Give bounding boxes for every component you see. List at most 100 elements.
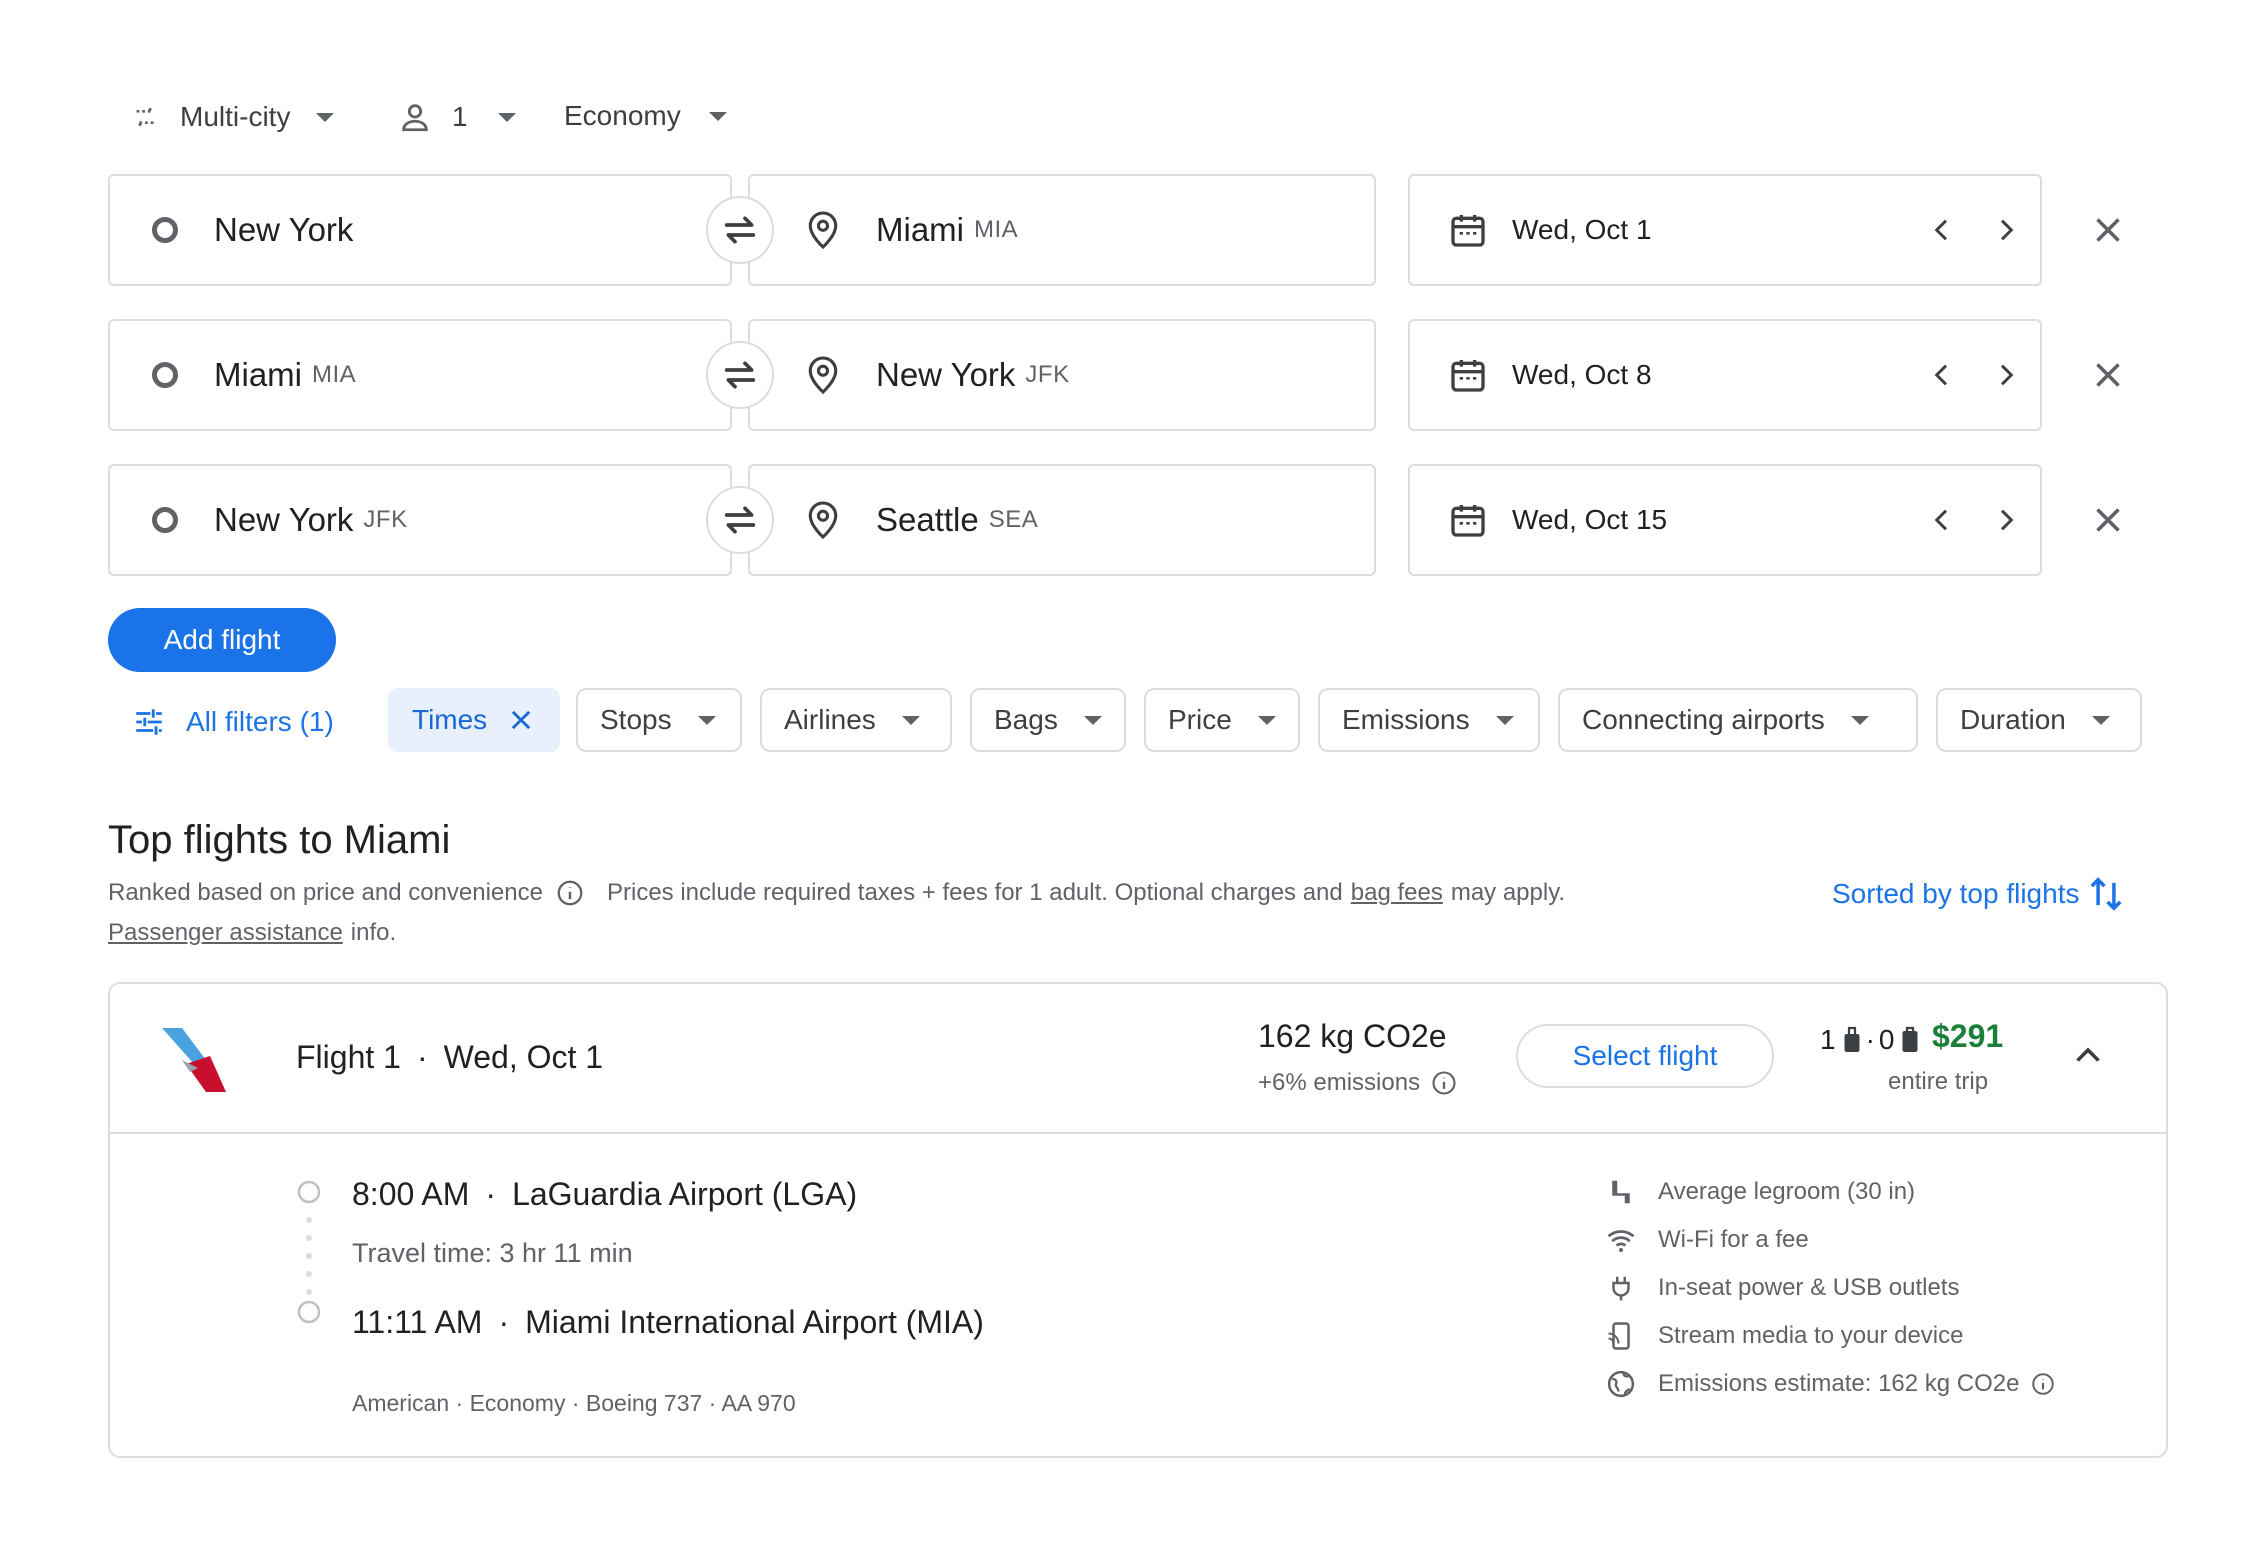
amenity-emissions: Emissions estimate: 162 kg CO2e bbox=[1606, 1364, 2056, 1404]
filter-chip-emissions[interactable]: Emissions bbox=[1318, 688, 1540, 752]
checked-bag-count: 0 bbox=[1878, 1024, 1895, 1055]
seat-icon bbox=[1612, 1180, 1630, 1204]
origin-circle-icon bbox=[152, 217, 178, 243]
travel-time: Travel time: 3 hr 11 min bbox=[352, 1238, 633, 1268]
filter-chip-duration[interactable]: Duration bbox=[1936, 688, 2142, 752]
flight-date: Wed, Oct 1 bbox=[443, 1038, 604, 1075]
filter-chip-label: Connecting airports bbox=[1582, 704, 1825, 735]
date-input-1[interactable]: Wed, Oct 1 bbox=[1408, 174, 2042, 286]
cabin-select[interactable]: Economy bbox=[564, 100, 727, 132]
passenger-assistance-link[interactable]: Passenger assistance bbox=[108, 919, 343, 947]
filter-chip-label: Emissions bbox=[1342, 704, 1470, 735]
amenity-label: Emissions estimate: 162 kg CO2e bbox=[1658, 1370, 2020, 1397]
flight-price: $291 bbox=[1932, 1018, 2004, 1054]
arrival-airport: Miami International Airport (MIA) bbox=[525, 1303, 984, 1340]
separator-dot: · bbox=[498, 1303, 510, 1340]
close-icon[interactable] bbox=[507, 706, 535, 734]
destination-city: New York bbox=[876, 356, 1016, 393]
passenger-assistance-after: info. bbox=[350, 919, 397, 946]
origin-city: Miami bbox=[214, 356, 302, 393]
passengers-count: 1 bbox=[452, 101, 468, 132]
swap-button-3[interactable] bbox=[706, 486, 774, 554]
carry-on-count: 1 bbox=[1820, 1024, 1836, 1055]
filter-chip-label: Times bbox=[412, 704, 488, 735]
origin-circle-icon bbox=[152, 362, 178, 388]
chevron-down-icon bbox=[1257, 715, 1276, 725]
filter-chip-times[interactable]: Times bbox=[388, 688, 560, 752]
origin-input-2[interactable]: Miami MIA bbox=[108, 319, 732, 431]
info-icon[interactable] bbox=[1430, 1069, 1458, 1097]
destination-input-1[interactable]: Miami MIA bbox=[748, 174, 1376, 286]
price-note: entire trip bbox=[1888, 1068, 1989, 1095]
info-icon[interactable] bbox=[2030, 1371, 2056, 1397]
departure-row: 8:00 AM · LaGuardia Airport (LGA) bbox=[352, 1172, 857, 1216]
trip-type-select[interactable]: Multi-city bbox=[128, 100, 335, 134]
cabin-label: Economy bbox=[564, 100, 681, 131]
filter-chip-stops[interactable]: Stops bbox=[576, 688, 742, 752]
remove-leg-2-close-icon[interactable] bbox=[2090, 357, 2126, 393]
multi-city-icon bbox=[134, 106, 156, 128]
amenity-legroom: Average legroom (30 in) bbox=[1606, 1172, 1915, 1212]
filter-chip-connecting-airports[interactable]: Connecting airports bbox=[1558, 688, 1918, 752]
swap-button-1[interactable] bbox=[706, 196, 774, 264]
chevron-up-icon[interactable] bbox=[2070, 1038, 2106, 1074]
sort-button[interactable]: Sorted by top flights bbox=[1832, 872, 2125, 916]
tune-icon bbox=[136, 709, 162, 735]
american-airlines-logo-icon bbox=[162, 1028, 226, 1092]
filter-chip-price[interactable]: Price bbox=[1144, 688, 1300, 752]
passenger-assistance-line: Passenger assistance info. bbox=[108, 916, 396, 950]
carry-on-bag-icon bbox=[1844, 1026, 1860, 1052]
info-icon[interactable] bbox=[555, 878, 585, 908]
chevron-left-icon[interactable] bbox=[1926, 214, 1958, 246]
chevron-down-icon bbox=[497, 112, 516, 122]
trip-type-label: Multi-city bbox=[180, 101, 291, 132]
timeline-icon bbox=[297, 1180, 321, 1324]
results-info-line: Ranked based on price and convenience Pr… bbox=[108, 876, 1565, 910]
amenity-stream: Stream media to your device bbox=[1606, 1316, 1963, 1356]
flight-header: Flight 1 · Wed, Oct 1 bbox=[296, 1034, 603, 1080]
filter-chip-airlines[interactable]: Airlines bbox=[760, 688, 952, 752]
origin-input-3[interactable]: New York JFK bbox=[108, 464, 732, 576]
chevron-left-icon[interactable] bbox=[1926, 359, 1958, 391]
destination-input-3[interactable]: Seattle SEA bbox=[748, 464, 1376, 576]
remove-leg-3-close-icon[interactable] bbox=[2090, 502, 2126, 538]
add-flight-button[interactable]: Add flight bbox=[108, 608, 336, 672]
departure-date: Wed, Oct 1 bbox=[1512, 214, 1652, 245]
swap-button-2[interactable] bbox=[706, 341, 774, 409]
chevron-right-icon[interactable] bbox=[1990, 359, 2022, 391]
chevron-left-icon[interactable] bbox=[1926, 504, 1958, 536]
ranked-text: Ranked based on price and convenience bbox=[108, 879, 543, 906]
all-filters-button[interactable]: All filters (1) bbox=[132, 702, 334, 742]
bags-summary: 1 · 0 bbox=[1820, 1018, 1920, 1062]
chevron-right-icon[interactable] bbox=[1990, 504, 2022, 536]
filter-chip-bags[interactable]: Bags bbox=[970, 688, 1126, 752]
passengers-select[interactable]: 1 bbox=[398, 100, 516, 134]
all-filters-label: All filters (1) bbox=[186, 706, 334, 737]
flight-details: American · Economy · Boeing 737 · AA 970 bbox=[352, 1390, 796, 1416]
filter-chip-label: Duration bbox=[1960, 704, 2066, 735]
checked-bag-icon bbox=[1902, 1026, 1918, 1052]
date-input-2[interactable]: Wed, Oct 8 bbox=[1408, 319, 2042, 431]
filter-chip-label: Price bbox=[1168, 704, 1232, 735]
power-plug-icon bbox=[1612, 1276, 1630, 1301]
date-input-3[interactable]: Wed, Oct 15 bbox=[1408, 464, 2042, 576]
remove-leg-1-close-icon[interactable] bbox=[2090, 212, 2126, 248]
sort-arrows-icon bbox=[2091, 877, 2122, 911]
flight-card: Flight 1 · Wed, Oct 1 162 kg CO2e +6% em… bbox=[108, 982, 2168, 1458]
destination-input-2[interactable]: New York JFK bbox=[748, 319, 1376, 431]
stream-media-icon bbox=[1608, 1322, 1630, 1350]
origin-input-1[interactable]: New York bbox=[108, 174, 732, 286]
location-pin-icon bbox=[808, 356, 838, 395]
origin-city: New York bbox=[214, 501, 354, 538]
separator-dot: · bbox=[485, 1175, 497, 1212]
select-flight-button[interactable]: Select flight bbox=[1516, 1024, 1774, 1088]
location-pin-icon bbox=[808, 211, 838, 250]
filter-chip-label: Stops bbox=[600, 704, 672, 735]
prices-text: Prices include required taxes + fees for… bbox=[606, 879, 1343, 906]
bag-fees-link[interactable]: bag fees bbox=[1351, 879, 1443, 907]
chevron-right-icon[interactable] bbox=[1990, 214, 2022, 246]
origin-code: MIA bbox=[312, 361, 357, 388]
destination-city: Miami bbox=[876, 211, 964, 248]
prices-text-after: may apply. bbox=[1450, 879, 1566, 906]
departure-date: Wed, Oct 15 bbox=[1512, 504, 1668, 535]
